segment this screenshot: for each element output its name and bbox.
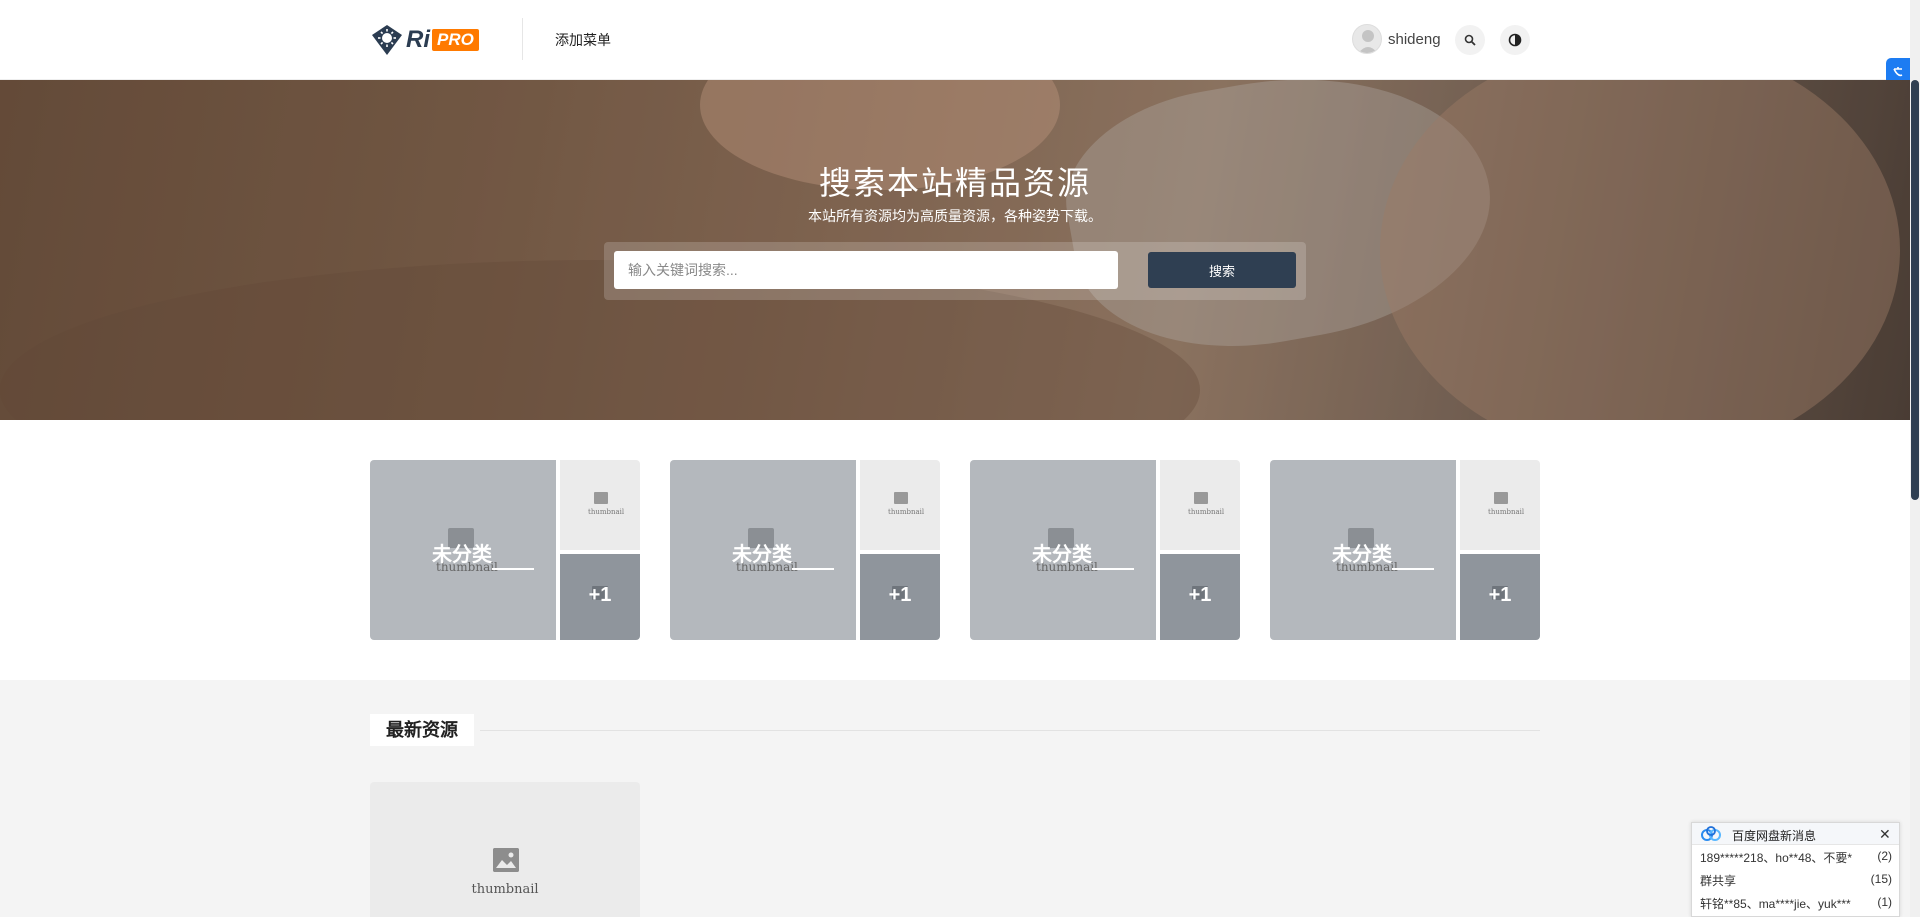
category-thumb-more: +1 <box>1460 554 1540 640</box>
notification-title: 百度网盘新消息 <box>1732 829 1817 843</box>
category-thumb-top: thumbnail <box>860 460 940 550</box>
category-thumb-top: thumbnail <box>1460 460 1540 550</box>
image-placeholder-icon <box>1494 492 1508 504</box>
category-thumb-more: +1 <box>1160 554 1240 640</box>
placeholder-text: thumbnail <box>888 508 925 516</box>
hero-search-box: 搜索 <box>604 242 1306 300</box>
notification-row-count: (2) <box>1877 849 1892 863</box>
category-count: +1 <box>588 584 612 606</box>
latest-heading: 最新资源 <box>370 714 474 746</box>
category-title: 未分类 <box>1332 544 1392 566</box>
notification-row[interactable]: 轩铭**85、ma****jie、yuk*** (1) <box>1700 895 1892 912</box>
category-underline <box>1392 568 1434 570</box>
site-logo[interactable]: Ri PRO <box>370 22 479 58</box>
hero-subtitle: 本站所有资源均为高质量资源，各种姿势下载。 <box>808 208 1102 224</box>
category-title: 未分类 <box>1032 544 1092 566</box>
category-thumb-more: +1 <box>560 554 640 640</box>
user-avatar-icon <box>1358 30 1378 53</box>
user-menu[interactable]: shideng <box>1352 24 1441 54</box>
placeholder-text: thumbnail <box>588 508 625 516</box>
category-main-image: thumbnail 未分类 <box>970 460 1156 640</box>
site-header: Ri PRO 添加菜单 shideng <box>0 0 1910 80</box>
theme-toggle-button[interactable] <box>1500 25 1530 55</box>
search-input[interactable] <box>614 251 1118 289</box>
category-thumb-top: thumbnail <box>560 460 640 550</box>
post-card[interactable]: thumbnail <box>370 782 640 917</box>
logo-diamond-icon <box>372 25 402 55</box>
nav-add-menu[interactable]: 添加菜单 <box>555 30 611 50</box>
translate-icon <box>1893 67 1903 77</box>
notification-row-count: (15) <box>1870 872 1892 886</box>
section-divider <box>480 730 1540 731</box>
username: shideng <box>1388 30 1441 48</box>
category-main-image: thumbnail 未分类 <box>670 460 856 640</box>
category-main-image: thumbnail 未分类 <box>370 460 556 640</box>
placeholder-text: thumbnail <box>1488 508 1525 516</box>
notification-row-count: (1) <box>1877 895 1892 909</box>
baidu-pan-logo-icon <box>1701 826 1721 841</box>
close-icon[interactable]: ✕ <box>1879 827 1891 841</box>
logo-text-ri: Ri <box>406 26 430 53</box>
category-main-image: thumbnail 未分类 <box>1270 460 1456 640</box>
page-scrollbar-thumb[interactable] <box>1911 80 1919 500</box>
placeholder-text: thumbnail <box>471 882 539 897</box>
category-thumb-top: thumbnail <box>1160 460 1240 550</box>
category-title: 未分类 <box>732 544 792 566</box>
search-submit-button[interactable]: 搜索 <box>1148 252 1296 288</box>
image-placeholder-icon <box>493 848 519 872</box>
image-placeholder-icon <box>1194 492 1208 504</box>
category-title: 未分类 <box>432 544 492 566</box>
category-card[interactable]: thumbnail 未分类 thumbnail +1 <box>970 460 1240 640</box>
logo-text-pro: PRO <box>432 29 479 51</box>
notification-row[interactable]: 群共享 (15) <box>1700 872 1892 889</box>
category-underline <box>1092 568 1134 570</box>
image-placeholder-icon <box>894 492 908 504</box>
category-thumb-more: +1 <box>860 554 940 640</box>
theme-toggle-icon <box>1508 33 1522 47</box>
category-underline <box>792 568 834 570</box>
notification-row-text: 轩铭**85、ma****jie、yuk*** <box>1700 897 1851 911</box>
avatar <box>1352 24 1382 54</box>
notification-row-text: 群共享 <box>1700 874 1737 888</box>
category-card[interactable]: thumbnail 未分类 thumbnail +1 <box>670 460 940 640</box>
baidu-pan-notification[interactable]: 百度网盘新消息 ✕ 189*****218、ho**48、不要* (2) 群共享… <box>1691 822 1900 917</box>
category-count: +1 <box>1188 584 1212 606</box>
category-count: +1 <box>1488 584 1512 606</box>
hero-banner: 搜索本站精品资源 本站所有资源均为高质量资源，各种姿势下载。 搜索 <box>0 80 1910 420</box>
category-underline <box>492 568 534 570</box>
placeholder-text: thumbnail <box>1188 508 1225 516</box>
image-icon <box>493 848 519 872</box>
category-section: thumbnail 未分类 thumbnail +1 thumbnail 未分类… <box>0 420 1910 680</box>
notification-header: 百度网盘新消息 ✕ <box>1692 823 1899 845</box>
hero-title: 搜索本站精品资源 <box>818 165 1091 201</box>
notification-row[interactable]: 189*****218、ho**48、不要* (2) <box>1700 849 1892 866</box>
header-divider <box>522 18 523 60</box>
image-placeholder-icon <box>594 492 608 504</box>
notification-row-text: 189*****218、ho**48、不要* <box>1700 851 1853 865</box>
search-button[interactable] <box>1455 25 1485 55</box>
category-card[interactable]: thumbnail 未分类 thumbnail +1 <box>370 460 640 640</box>
category-count: +1 <box>888 584 912 606</box>
search-icon <box>1464 34 1476 46</box>
category-card[interactable]: thumbnail 未分类 thumbnail +1 <box>1270 460 1540 640</box>
